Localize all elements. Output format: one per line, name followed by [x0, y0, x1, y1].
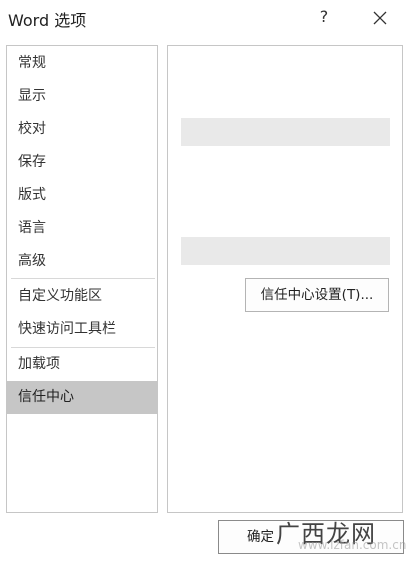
trust-center-settings-button[interactable]: 信任中心设置(T)...	[245, 278, 389, 312]
sidebar-item-quick-access-toolbar[interactable]: 快速访问工具栏	[7, 313, 157, 346]
sidebar-item-save[interactable]: 保存	[7, 146, 157, 179]
sidebar-item-display[interactable]: 显示	[7, 80, 157, 113]
placeholder-bar	[181, 118, 390, 146]
help-button[interactable]: ?	[312, 3, 336, 31]
sidebar-divider	[11, 278, 155, 279]
close-button[interactable]	[366, 5, 394, 31]
sidebar-item-proofing[interactable]: 校对	[7, 113, 157, 146]
placeholder-bar	[181, 237, 390, 265]
sidebar-item-add-ins[interactable]: 加载项	[7, 348, 157, 381]
sidebar-item-advanced[interactable]: 高级	[7, 245, 157, 278]
options-category-list: 常规 显示 校对 保存 版式 语言 高级 自定义功能区 快速访问工具栏 加载项 …	[6, 45, 158, 513]
dialog-title: Word 选项	[8, 11, 87, 30]
sidebar-item-customize-ribbon[interactable]: 自定义功能区	[7, 280, 157, 313]
options-content-panel: 信任中心设置(T)...	[167, 45, 403, 513]
cancel-button[interactable]	[312, 520, 404, 554]
sidebar-item-general[interactable]: 常规	[7, 47, 157, 80]
title-bar: Word 选项 ?	[0, 0, 408, 36]
sidebar-item-language[interactable]: 语言	[7, 212, 157, 245]
sidebar-item-trust-center[interactable]: 信任中心	[7, 381, 157, 414]
sidebar-item-layout[interactable]: 版式	[7, 179, 157, 212]
word-options-dialog: Word 选项 ? 常规 显示 校对 保存 版式 语言 高级 自定义功能区 快速…	[0, 0, 408, 562]
ok-button[interactable]: 确定	[218, 520, 322, 554]
close-icon	[373, 11, 387, 25]
